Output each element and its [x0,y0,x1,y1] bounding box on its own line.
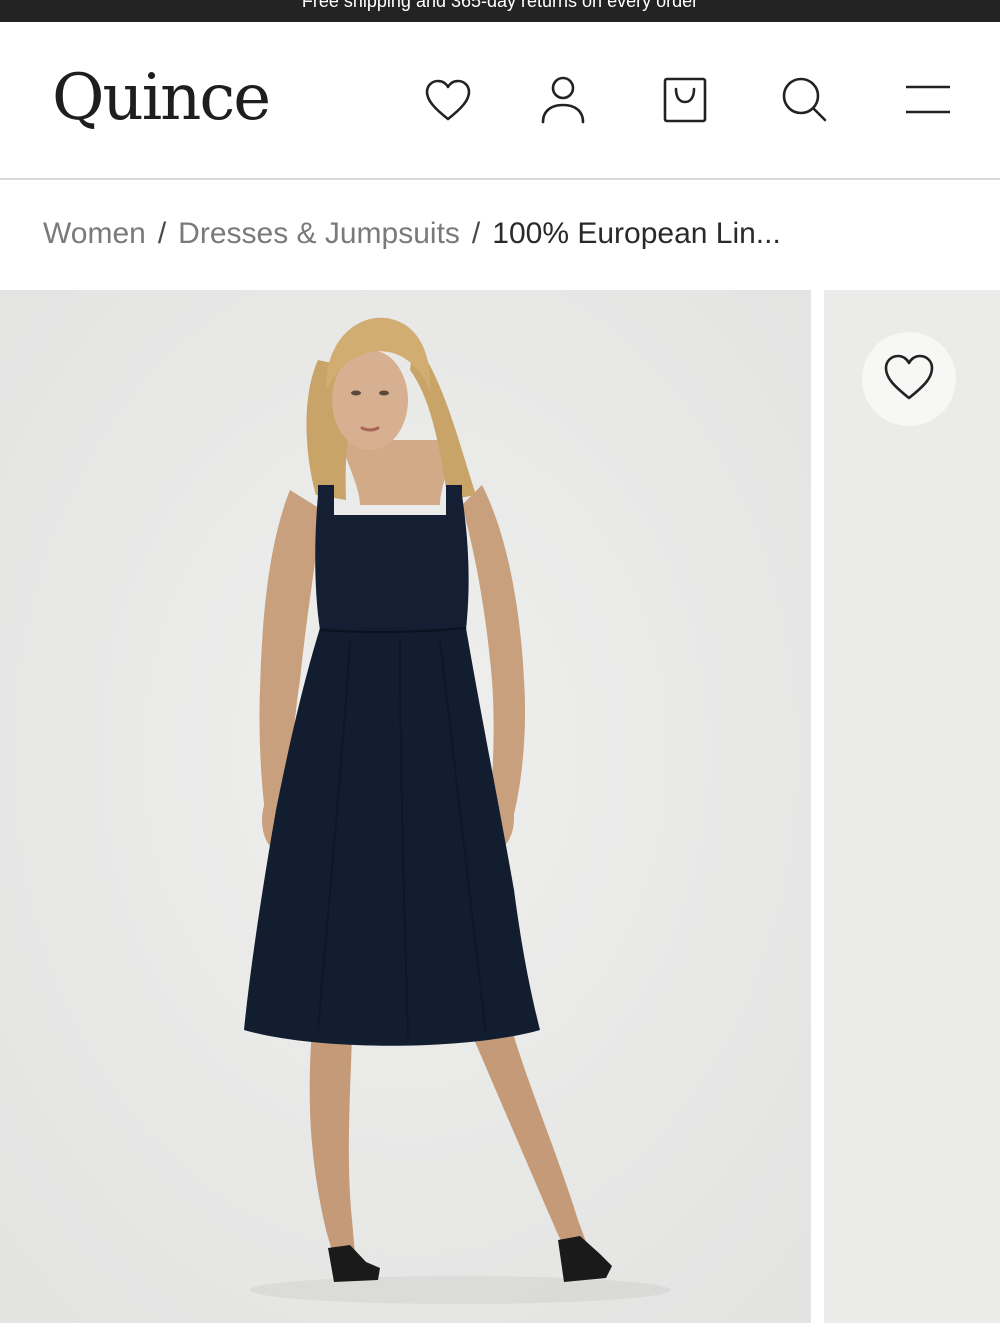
product-image-main[interactable] [0,290,811,1323]
heart-icon [883,353,935,406]
search-icon [781,76,829,124]
add-to-wishlist-button[interactable] [862,332,956,426]
brand-logo[interactable]: Quince [52,60,271,136]
cart-button[interactable] [657,70,713,130]
promo-bar: Free shipping and 365-day returns on eve… [0,0,1000,22]
breadcrumb-women-link[interactable]: Women [43,217,146,251]
user-icon [540,75,586,125]
shopping-bag-icon [662,76,708,124]
breadcrumb-dresses-link[interactable]: Dresses & Jumpsuits [178,217,460,251]
product-image-gallery[interactable] [0,290,1000,1333]
account-button[interactable] [535,70,591,130]
promo-text: Free shipping and 365-day returns on eve… [301,0,699,11]
model-photo [0,290,811,1323]
heart-icon [424,78,472,122]
wishlist-button[interactable] [420,70,476,130]
search-button[interactable] [777,70,833,130]
breadcrumb-separator: / [157,217,167,250]
product-image-next[interactable] [824,290,1000,1323]
breadcrumb-separator: / [471,217,481,250]
breadcrumb-current: 100% European Lin... [492,217,781,250]
menu-icon [904,83,952,117]
site-header: Quince [0,22,1000,180]
breadcrumb: Women / Dresses & Jumpsuits / 100% Europ… [43,212,781,256]
menu-button[interactable] [900,70,956,130]
